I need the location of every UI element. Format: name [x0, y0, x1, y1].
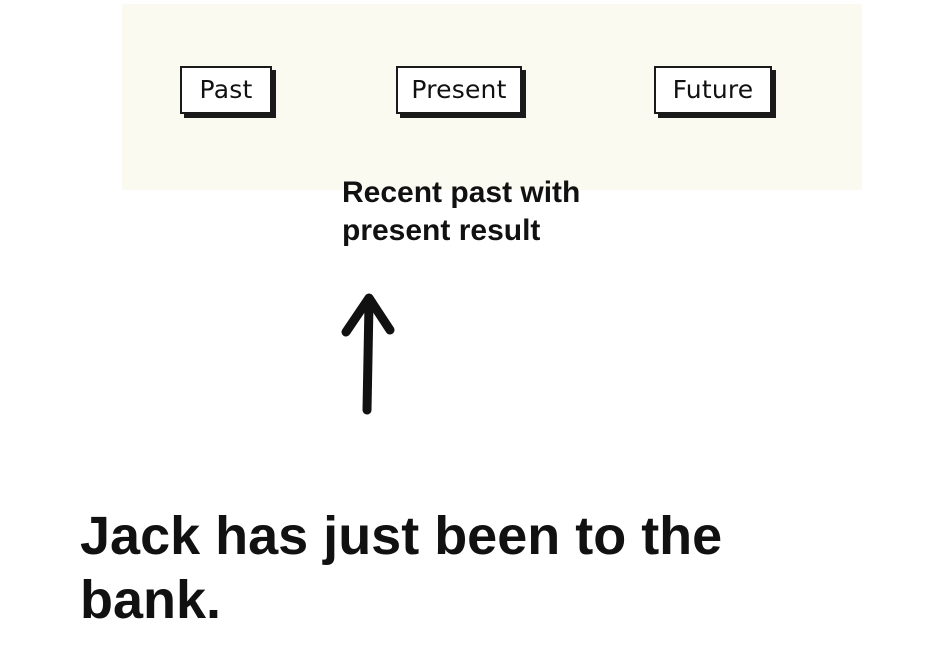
sentence-line-2: bank.: [80, 570, 222, 630]
caption-line-2: present result: [342, 214, 541, 247]
tense-box-present: Present: [396, 66, 522, 114]
up-arrow-icon: [341, 293, 395, 415]
tense-box-past: Past: [180, 66, 272, 114]
tense-box-future: Future: [654, 66, 772, 114]
tense-caption: Recent past with present result: [342, 174, 672, 250]
caption-line-1: Recent past with: [342, 176, 581, 209]
example-sentence: Jack has just been to the bank.: [80, 504, 910, 632]
sentence-line-1: Jack has just been to the: [80, 506, 723, 566]
